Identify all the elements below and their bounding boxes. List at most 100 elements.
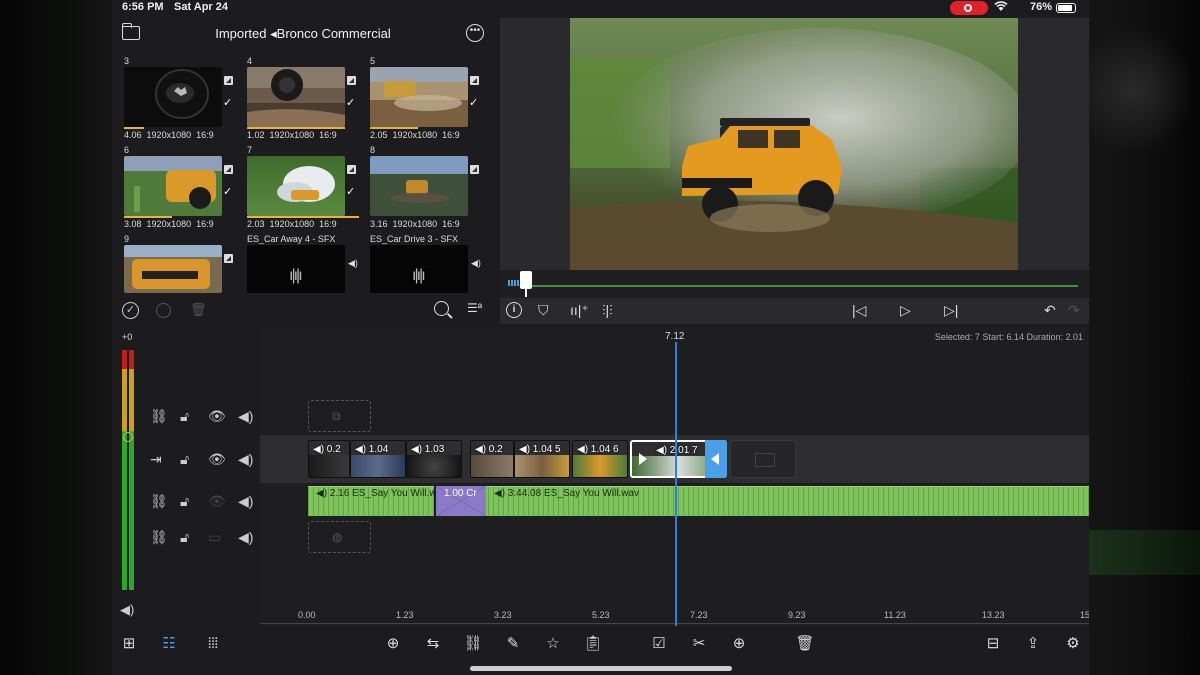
track-controls-main: ⇥ 🔓︎ 👁︎ ◀) (150, 451, 260, 471)
add-media-icon[interactable]: ⊞ (118, 633, 140, 655)
clip-type-icon (224, 76, 233, 85)
lock-icon[interactable]: 🔓︎ (180, 529, 189, 546)
speaker-icon: ◀) (348, 258, 358, 268)
overlay-placeholder[interactable]: ⧉ (308, 400, 371, 432)
trim-handle-right[interactable] (705, 440, 727, 478)
scrub-thumbnail-strip (508, 280, 520, 286)
meter-level-label: +0 (122, 332, 133, 342)
browser-title[interactable]: Imported ◂Bronco Commercial (112, 26, 494, 42)
clip-type-icon (347, 165, 356, 174)
timeline-video-clip[interactable]: ◀) 1.04 (350, 440, 406, 478)
link-clips-icon[interactable]: ⛓ (462, 633, 484, 655)
lock-icon[interactable]: 🔓︎ (180, 451, 189, 468)
screen-record-indicator[interactable] (950, 1, 988, 15)
speaker-icon[interactable]: ◀) (238, 451, 253, 468)
insert-clip-icon[interactable]: ⊕ (382, 633, 404, 655)
audio-clip-label: ◀) 3:44.08 ES_Say You Will.wav (494, 488, 639, 499)
sort-icon[interactable]: ☰ª (467, 301, 482, 315)
clip-tile[interactable]: 6 ✓ 3.08 1920x1080 16:9 (122, 145, 234, 233)
status-date: Sat Apr 24 (174, 1, 229, 13)
timeline-view-icon[interactable]: ⦙⦙⦙ (202, 633, 224, 655)
clip-type-icon (224, 165, 233, 174)
clip-tile[interactable]: 8 3.16 1920x1080 16:9 (368, 145, 480, 233)
skip-forward-icon[interactable]: ▷| (944, 302, 958, 319)
crossfade-transition[interactable]: 1.00 Cr (436, 486, 486, 516)
clip-tile[interactable]: 5 ✓ 2.05 1920x1080 16:9 (368, 56, 480, 144)
add-voiceover-icon[interactable]: ıı|⁺ (570, 302, 589, 319)
play-icon[interactable]: ▷ (900, 302, 911, 319)
clip-tile[interactable]: 7 ✓ 2.03 1920x1080 16:9 (245, 145, 359, 233)
clip-tile[interactable]: 3 ✓ 4.06 1920x1080 16:9 (122, 56, 234, 144)
link-icon[interactable]: ⛓ (150, 529, 168, 546)
eye-icon: 👁︎ (208, 493, 226, 509)
viewer-toolbar: i ⛉ ıı|⁺ ⫶|⫶ |◁ ▷ ▷| ↶ ↷ (500, 300, 1089, 324)
link-icon[interactable]: ⛓ (150, 408, 168, 425)
video-preview[interactable] (570, 18, 1018, 270)
scissors-icon[interactable]: ✂ (688, 633, 710, 655)
trim-handle-left[interactable] (636, 440, 650, 478)
speaker-icon[interactable]: ◀) (238, 493, 253, 510)
undo-icon[interactable]: ↶ (1044, 302, 1056, 319)
ipad-screen: 6:56 PM Sat Apr 24 76% Imported ◂Bronco … (112, 0, 1089, 675)
replace-clip-icon[interactable]: ⇆ (422, 633, 444, 655)
track-list-icon[interactable]: ☷ (158, 633, 180, 655)
timeline-canvas[interactable]: 7.12 Selected: 7 Start: 6.14 Duration: 2… (260, 328, 1089, 626)
clip-number: 9 (124, 234, 130, 244)
clipboard-icon[interactable]: 📋︎ (582, 633, 604, 655)
more-options-icon[interactable]: ••• (466, 24, 484, 42)
favorites-icon[interactable]: ☆ (542, 633, 564, 655)
transition-placeholder[interactable] (730, 440, 796, 478)
timeline-area: +0 ◀) ⛓ 🔓︎ 👁︎ ◀) ⇥ 🔓︎ 👁︎ ◀) ⛓ 🔓︎ 👁︎ ◀) ⛓ (112, 328, 1089, 626)
lock-icon[interactable]: 🔓︎ (180, 408, 189, 425)
bottom-toolbar: ⊞ ☷ ⦙⦙⦙ ⊕ ⇆ ⛓ ✎ ☆ 📋︎ ☑ ✂ ⊕ 🗑︎ ⊟ ⇪ ⚙ (112, 626, 1089, 675)
clip-tile[interactable]: 4 ✓ 1.02 1920x1080 16:9 (245, 56, 357, 144)
timeline-video-clip[interactable]: ◀) 1.03 (406, 440, 462, 478)
clip-type-icon (224, 254, 233, 263)
speaker-icon[interactable]: ◀) (238, 408, 253, 425)
keyframe-shield-icon[interactable]: ⛉ (538, 302, 549, 319)
track-controls-audio-2: ⛓ 🔓︎ ▭ ◀) (150, 529, 260, 549)
clip-thumbnail (124, 245, 222, 293)
clip-thumbnail (370, 67, 468, 127)
clip-type-icon (347, 76, 356, 85)
backdrop-left (0, 0, 112, 675)
eye-icon[interactable]: 👁︎ (208, 408, 226, 425)
search-icon[interactable] (434, 301, 449, 316)
pen-icon[interactable]: ✎ (502, 633, 524, 655)
clip-meta: 2.03 1920x1080 16:9 (247, 219, 337, 229)
playhead-time: 7.12 (665, 331, 685, 342)
clip-meta: 3.08 1920x1080 16:9 (124, 219, 214, 229)
home-indicator[interactable] (470, 666, 732, 671)
trash-icon: 🗑 (190, 302, 207, 317)
lock-icon[interactable]: 🔓︎ (180, 493, 189, 510)
eye-icon[interactable]: 👁︎ (208, 451, 226, 468)
split-audio-icon[interactable]: ⫶|⫶ (602, 302, 613, 319)
timeline-video-clip[interactable]: ◀) 1.04 6 (572, 440, 628, 478)
select-check-icon[interactable]: ✓ (122, 302, 139, 319)
select-check-icon[interactable]: ☑ (648, 633, 670, 655)
timeline-video-clip[interactable]: ◀) 1.04 5 (514, 440, 570, 478)
share-icon[interactable]: ⇪ (1022, 633, 1044, 655)
arrow-right-icon[interactable]: ⇥ (150, 451, 162, 468)
timeline-video-clip[interactable]: ◀) 0.2 (308, 440, 350, 478)
settings-gear-icon[interactable]: ⚙ (1062, 633, 1084, 655)
clip-type-icon (470, 165, 479, 174)
link-icon[interactable]: ⛓ (150, 493, 168, 510)
timeline-video-clip[interactable]: ◀) 0.2 (470, 440, 514, 478)
skip-back-icon[interactable]: |◁ (852, 302, 866, 319)
status-bar: 6:56 PM Sat Apr 24 76% (112, 0, 1089, 16)
scrub-handle[interactable] (520, 271, 532, 297)
trash-icon[interactable]: 🗑︎ (794, 633, 816, 655)
clip-number: 3 (124, 56, 130, 66)
master-volume-icon[interactable]: ◀) (120, 602, 134, 618)
scrub-track[interactable] (524, 285, 1078, 287)
layout-icon[interactable]: ⊟ (982, 633, 1004, 655)
info-icon[interactable]: i (506, 302, 522, 318)
scrubber[interactable] (500, 270, 1089, 298)
playhead[interactable] (675, 342, 677, 626)
audio-placeholder[interactable]: ◍ (308, 521, 371, 553)
speaker-icon[interactable]: ◀) (238, 529, 253, 546)
browser-footer: ✓ 🗑 ☰ª (112, 300, 494, 324)
clip-thumbnail (247, 67, 345, 127)
add-circle-icon[interactable]: ⊕ (728, 633, 750, 655)
